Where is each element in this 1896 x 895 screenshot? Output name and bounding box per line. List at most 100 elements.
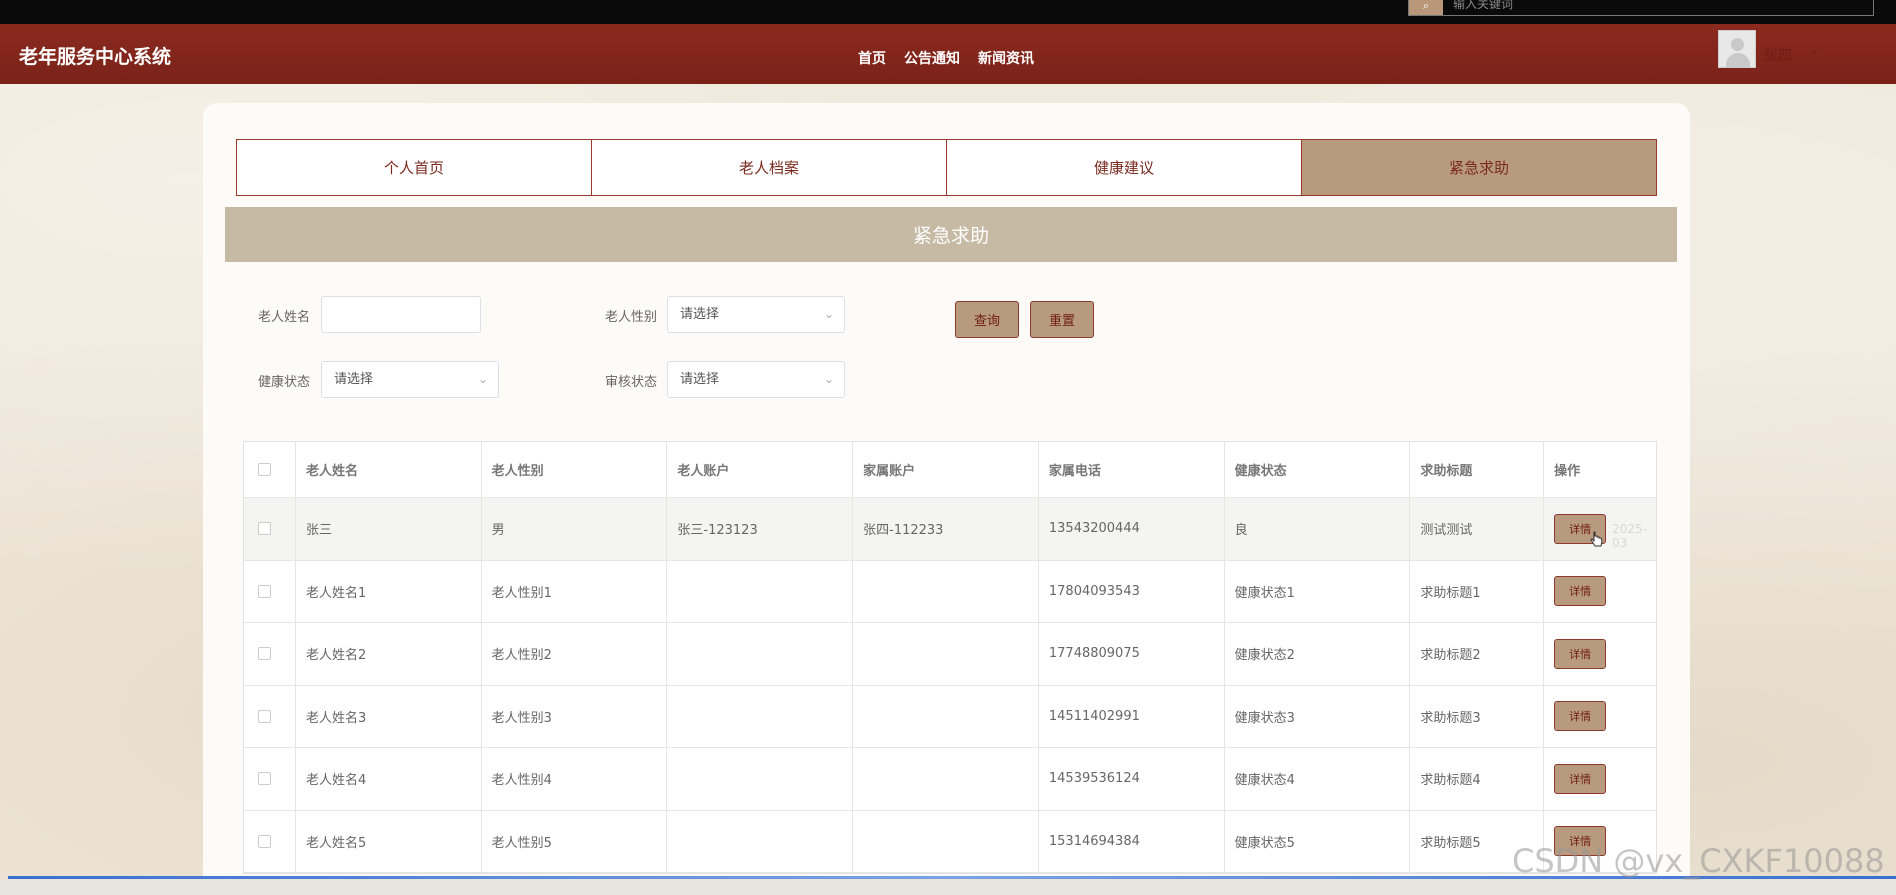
- table-cell: 15314694384: [1039, 810, 1225, 872]
- row-checkbox[interactable]: [258, 584, 271, 598]
- table-cell: 老人性别2: [482, 623, 668, 685]
- header-cell: 老人账户: [667, 442, 854, 497]
- reset-button[interactable]: 重置: [1030, 301, 1094, 338]
- filter-name-input[interactable]: [321, 296, 481, 333]
- table-cell: 测试测试: [1410, 498, 1545, 560]
- row-checkbox-cell: [244, 623, 296, 685]
- select-all-checkbox[interactable]: [258, 463, 271, 476]
- table-cell: 老人姓名5: [296, 810, 482, 872]
- table-cell: 健康状态1: [1225, 560, 1411, 622]
- filter-gender-label: 老人性别: [605, 310, 658, 325]
- query-button[interactable]: 查询: [955, 301, 1019, 338]
- table-cell: [853, 748, 1039, 810]
- nav-notice[interactable]: 公告通知: [904, 48, 960, 68]
- filter-audit-value: 请选择: [680, 372, 720, 387]
- action-cell: 详情: [1544, 561, 1656, 623]
- header-cell: 家属账户: [853, 442, 1039, 497]
- table-cell: 健康状态5: [1225, 810, 1411, 872]
- search-icon[interactable]: ⌕: [1409, 0, 1443, 15]
- chevron-down-icon: ⌄: [823, 372, 834, 386]
- table-cell: 13543200444: [1039, 498, 1225, 560]
- main-nav: 首页 公告通知 新闻资讯: [858, 48, 1034, 68]
- table-row: 老人姓名2 老人性别2 17748809075 健康状态2 求助标题2 详情: [244, 623, 1656, 686]
- table-cell: 17748809075: [1039, 623, 1225, 685]
- table-cell: 男: [482, 498, 668, 560]
- chevron-down-icon: ⌄: [477, 372, 488, 386]
- filter-health-select[interactable]: 请选择 ⌄: [321, 361, 499, 398]
- header-cell: 家属电话: [1039, 442, 1225, 497]
- filter-audit-label: 审核状态: [605, 375, 658, 390]
- detail-button[interactable]: 详情: [1554, 638, 1607, 669]
- table-cell: [853, 685, 1039, 747]
- table-cell: 求助标题1: [1410, 560, 1545, 622]
- row-checkbox-cell: [244, 498, 296, 560]
- filter-gender-value: 请选择: [680, 307, 720, 322]
- action-cell: 详情: [1544, 623, 1656, 685]
- header-cell: 老人性别: [482, 442, 668, 497]
- chevron-down-icon: ⌄: [823, 307, 834, 321]
- detail-button[interactable]: 详情: [1554, 701, 1607, 732]
- table-row: 张三男张三-123123 张四-112233 13543200444 良测试测试 详情 2…: [244, 498, 1656, 561]
- table-cell: [853, 810, 1039, 872]
- table-cell: 良: [1225, 498, 1411, 560]
- table-cell: [667, 560, 854, 622]
- filter-name-label: 老人姓名: [258, 310, 311, 325]
- filter-gender-select[interactable]: 请选择 ⌄: [667, 296, 845, 333]
- table-cell: [667, 810, 854, 872]
- search-input[interactable]: 输入关键词: [1453, 0, 1513, 10]
- table-cell: 老人姓名2: [296, 623, 482, 685]
- table-cell: 求助标题2: [1410, 623, 1545, 685]
- mouse-pointer-icon: [1590, 531, 1603, 547]
- table-cell: [667, 748, 854, 810]
- table-cell: 老人性别1: [482, 560, 668, 622]
- table-cell: [853, 623, 1039, 685]
- table-cell: [853, 560, 1039, 622]
- row-checkbox[interactable]: [258, 772, 271, 786]
- filter-health-label: 健康状态: [258, 375, 311, 390]
- chevron-down-icon[interactable]: ⌄: [1810, 44, 1819, 57]
- table-row: 老人姓名1 老人性别1 17804093543 健康状态1 求助标题1 详情: [244, 560, 1656, 623]
- table-cell: 14511402991: [1039, 685, 1225, 747]
- profile-tabs: 个人首页 老人档案 健康建议 紧急求助: [236, 139, 1657, 196]
- table-cell: [667, 623, 854, 685]
- row-checkbox[interactable]: [258, 834, 271, 848]
- header-checkbox-cell: [244, 442, 296, 497]
- table-row: 老人姓名3 老人性别3 14511402991 健康状态3 求助标题3 详情: [244, 685, 1656, 748]
- top-search-box[interactable]: ⌕ 输入关键词: [1408, 0, 1874, 16]
- section-title: 紧急求助: [225, 207, 1677, 262]
- table-cell: 张三: [296, 498, 482, 560]
- table-cell: 14539536124: [1039, 748, 1225, 810]
- detail-button[interactable]: 详情: [1554, 576, 1607, 607]
- table-cell: 健康状态3: [1225, 685, 1411, 747]
- detail-button[interactable]: 详情: [1554, 763, 1607, 794]
- action-cell: 详情: [1544, 748, 1656, 810]
- username[interactable]: 张四: [1764, 45, 1792, 65]
- avatar[interactable]: [1718, 30, 1756, 68]
- table-cell: 老人姓名3: [296, 685, 482, 747]
- tab-health-advice[interactable]: 健康建议: [946, 139, 1302, 196]
- ghost-date: 2025-03: [1612, 522, 1648, 550]
- table-cell: 老人性别4: [482, 748, 668, 810]
- table-cell: 张四-112233: [853, 498, 1039, 560]
- table-row: 老人姓名4 老人性别4 14539536124 健康状态4 求助标题4 详情: [244, 748, 1656, 811]
- nav-news[interactable]: 新闻资讯: [978, 48, 1034, 68]
- nav-home[interactable]: 首页: [858, 48, 886, 68]
- row-checkbox-cell: [244, 810, 296, 872]
- emergency-table: 老人姓名 老人性别 老人账户 家属账户 家属电话 健康状态 求助标题 操作 张三…: [243, 441, 1657, 874]
- tab-emergency-help[interactable]: 紧急求助: [1301, 139, 1657, 196]
- header-cell: 健康状态: [1225, 442, 1411, 497]
- row-checkbox-cell: [244, 748, 296, 810]
- table-cell: 健康状态2: [1225, 623, 1411, 685]
- header-cell: 老人姓名: [296, 442, 482, 497]
- table-header-row: 老人姓名 老人性别 老人账户 家属账户 家属电话 健康状态 求助标题 操作: [244, 442, 1656, 498]
- header-cell: 求助标题: [1410, 442, 1545, 497]
- table-cell: 健康状态4: [1225, 748, 1411, 810]
- row-checkbox[interactable]: [258, 647, 271, 661]
- table-cell: 老人姓名1: [296, 560, 482, 622]
- row-checkbox[interactable]: [258, 522, 271, 536]
- tab-elder-archive[interactable]: 老人档案: [591, 139, 947, 196]
- filter-health-value: 请选择: [334, 372, 374, 387]
- filter-audit-select[interactable]: 请选择 ⌄: [667, 361, 845, 398]
- tab-personal-home[interactable]: 个人首页: [236, 139, 592, 196]
- row-checkbox[interactable]: [258, 709, 271, 723]
